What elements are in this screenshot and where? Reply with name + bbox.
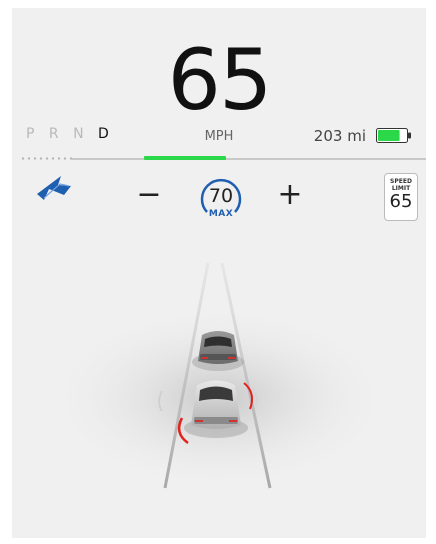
driving-visualization	[12, 223, 426, 538]
instrument-cluster: 65 P R N D MPH 203 mi − 70 MAX + SPEED L…	[12, 8, 426, 538]
set-speed-max-label: MAX	[208, 209, 234, 219]
range-value: 203	[313, 127, 343, 145]
autopilot-availability-dots	[20, 157, 74, 160]
battery-icon	[376, 128, 412, 143]
range-unit: mi	[347, 127, 366, 145]
speed-limit-label: SPEED LIMIT	[390, 178, 412, 192]
status-divider	[72, 158, 426, 160]
set-speed-indicator[interactable]: 70 MAX	[196, 172, 246, 222]
speed-limit-sign: SPEED LIMIT 65	[384, 173, 418, 221]
decrease-set-speed-button[interactable]: −	[134, 180, 164, 210]
set-speed-value: 70	[208, 185, 234, 207]
current-speed: 65	[167, 31, 273, 129]
increase-set-speed-button[interactable]: +	[275, 180, 305, 210]
range-readout: 203 mi	[314, 127, 366, 145]
speed-limit-value: 65	[389, 191, 413, 212]
autopilot-steering-icon	[34, 172, 74, 204]
power-meter-bar	[144, 156, 226, 160]
